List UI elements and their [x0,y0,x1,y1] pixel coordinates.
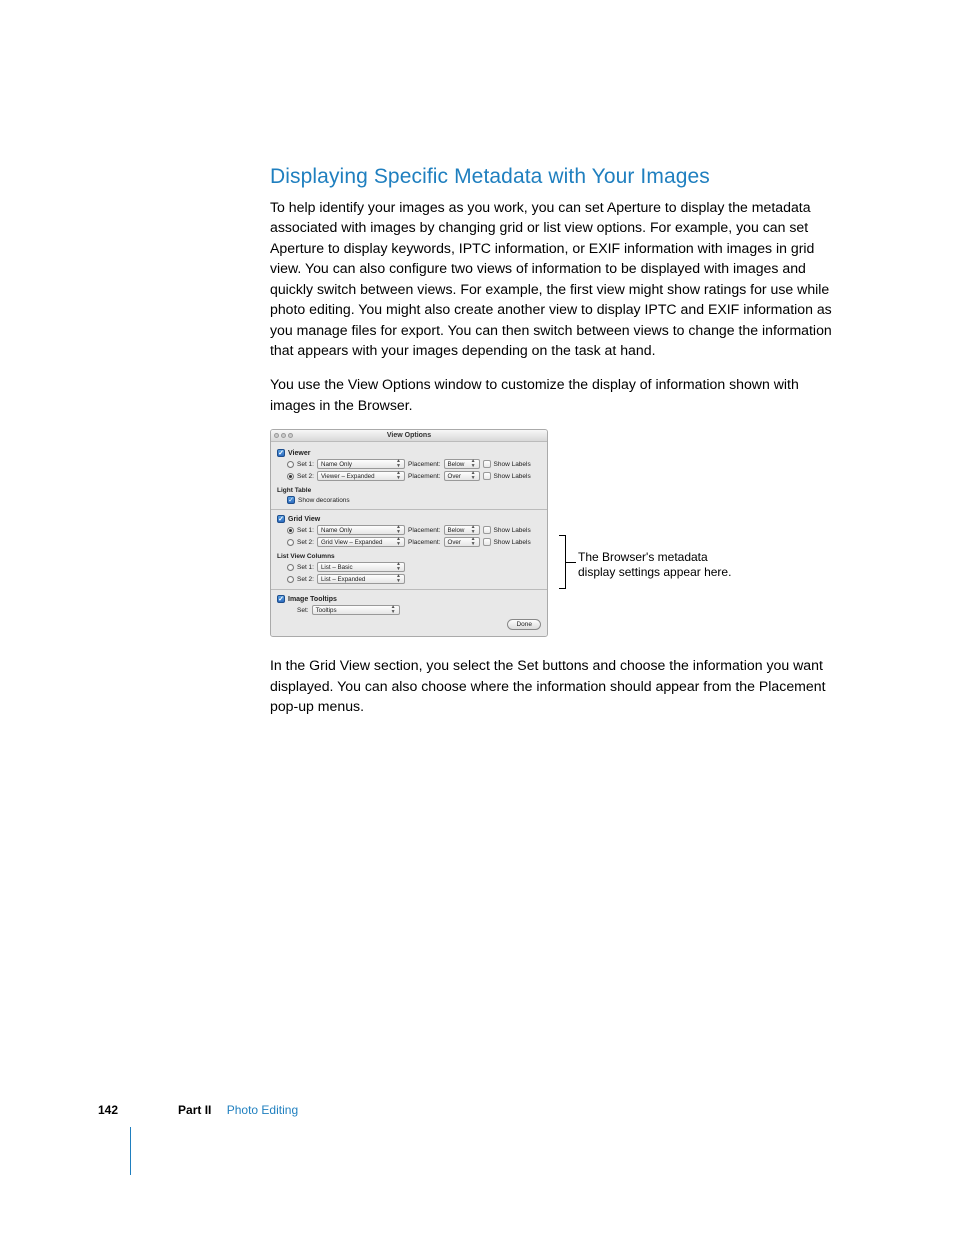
grid-set1-row: Set 1: Name Only▲▼ Placement: Below▲▼ ✓ … [287,525,541,535]
paragraph-2: You use the View Options window to custo… [270,374,835,415]
viewer-set2-label: Set 2: [297,473,314,480]
updown-icon: ▲▼ [396,562,401,572]
viewer-set1-row: Set 1: Name Only▲▼ Placement: Below▲▼ ✓ … [287,459,541,469]
updown-icon: ▲▼ [396,574,401,584]
list-view-group: List View Columns [277,553,541,560]
updown-icon: ▲▼ [471,537,476,547]
dialog-titlebar: View Options [271,430,547,442]
tooltips-set-row: Set: Tooltips▲▼ [287,605,541,615]
updown-icon: ▲▼ [396,537,401,547]
grid-view-label: Grid View [288,516,320,523]
divider [271,509,547,510]
grid-set2-showlabels: Show Labels [494,539,531,546]
viewer-set1-label: Set 1: [297,461,314,468]
viewer-set1-showlabels-checkbox[interactable]: ✓ [483,460,491,468]
viewer-set1-placement-dropdown[interactable]: Below▲▼ [444,459,480,469]
tooltips-set-dropdown[interactable]: Tooltips▲▼ [312,605,400,615]
callout-column: The Browser's metadata display settings … [548,429,835,637]
light-table-label: Light Table [277,487,311,494]
tooltips-checkbox[interactable]: ✓ [277,595,285,603]
viewer-set1-placement-label: Placement: [408,461,441,468]
callout-text: The Browser's metadata display settings … [578,550,738,580]
grid-set1-dropdown[interactable]: Name Only▲▼ [317,525,405,535]
grid-set2-row: Set 2: Grid View – Expanded▲▼ Placement:… [287,537,541,547]
divider [271,589,547,590]
footer-part: Part II Photo Editing [178,1103,298,1117]
grid-set1-showlabels-checkbox[interactable]: ✓ [483,526,491,534]
grid-set1-placement-label: Placement: [408,527,441,534]
viewer-set2-placement-dropdown[interactable]: Over▲▼ [444,471,480,481]
section-heading: Displaying Specific Metadata with Your I… [270,165,835,189]
footer-rule [130,1127,131,1175]
grid-set2-placement-label: Placement: [408,539,441,546]
show-decorations-label: Show decorations [298,497,350,504]
list-set1-row: Set 1: List – Basic▲▼ [287,562,541,572]
light-table-group: Light Table [277,487,541,494]
viewer-set2-placement-label: Placement: [408,473,441,480]
done-button[interactable]: Done [507,619,541,630]
list-set1-radio[interactable] [287,564,294,571]
viewer-checkbox[interactable]: ✓ [277,449,285,457]
viewer-set2-dropdown[interactable]: Viewer – Expanded▲▼ [317,471,405,481]
updown-icon: ▲▼ [396,459,401,469]
viewer-label: Viewer [288,450,310,457]
list-set2-radio[interactable] [287,576,294,583]
updown-icon: ▲▼ [471,459,476,469]
paragraph-1: To help identify your images as you work… [270,197,835,360]
callout-leader [566,562,576,563]
viewer-set2-radio[interactable] [287,473,294,480]
grid-set1-placement-dropdown[interactable]: Below▲▼ [444,525,480,535]
part-label: Part II [178,1103,211,1117]
grid-set1-label: Set 1: [297,527,314,534]
done-row: Done [277,617,541,630]
viewer-set1-radio[interactable] [287,461,294,468]
viewer-set2-row: Set 2: Viewer – Expanded▲▼ Placement: Ov… [287,471,541,481]
grid-view-group: ✓ Grid View [277,515,541,523]
list-set1-dropdown[interactable]: List – Basic▲▼ [317,562,405,572]
grid-set2-dropdown[interactable]: Grid View – Expanded▲▼ [317,537,405,547]
show-decorations-checkbox[interactable]: ✓ [287,496,295,504]
grid-set2-label: Set 2: [297,539,314,546]
viewer-set1-dropdown[interactable]: Name Only▲▼ [317,459,405,469]
callout-bracket [556,535,566,589]
page-number: 142 [98,1103,118,1117]
grid-set2-showlabels-checkbox[interactable]: ✓ [483,538,491,546]
paragraph-3: In the Grid View section, you select the… [270,655,835,716]
viewer-set1-showlabels: Show Labels [494,461,531,468]
viewer-set2-showlabels-checkbox[interactable]: ✓ [483,472,491,480]
dialog-title: View Options [271,432,547,439]
updown-icon: ▲▼ [391,605,396,615]
grid-view-checkbox[interactable]: ✓ [277,515,285,523]
list-set1-label: Set 1: [297,564,314,571]
light-table-row: ✓ Show decorations [287,496,541,504]
grid-set2-placement-dropdown[interactable]: Over▲▼ [444,537,480,547]
content-column: Displaying Specific Metadata with Your I… [270,165,835,730]
grid-set2-radio[interactable] [287,539,294,546]
list-set2-dropdown[interactable]: List – Expanded▲▼ [317,574,405,584]
page-footer: 142 Part II Photo Editing [98,1103,298,1117]
viewer-group: ✓ Viewer [277,449,541,457]
updown-icon: ▲▼ [396,471,401,481]
part-name: Photo Editing [227,1103,298,1117]
updown-icon: ▲▼ [396,525,401,535]
updown-icon: ▲▼ [471,525,476,535]
figure-row: View Options ✓ Viewer Set 1: Name Only▲▼… [270,429,835,637]
dialog-body: ✓ Viewer Set 1: Name Only▲▼ Placement: B… [271,442,547,636]
list-view-label: List View Columns [277,553,335,560]
tooltips-group: ✓ Image Tooltips [277,595,541,603]
list-set2-label: Set 2: [297,576,314,583]
grid-set1-showlabels: Show Labels [494,527,531,534]
tooltips-label: Image Tooltips [288,596,337,603]
viewer-set2-showlabels: Show Labels [494,473,531,480]
page: Displaying Specific Metadata with Your I… [0,0,954,1235]
list-set2-row: Set 2: List – Expanded▲▼ [287,574,541,584]
tooltips-set-label: Set: [297,607,309,614]
grid-set1-radio[interactable] [287,527,294,534]
updown-icon: ▲▼ [471,471,476,481]
view-options-dialog: View Options ✓ Viewer Set 1: Name Only▲▼… [270,429,548,637]
